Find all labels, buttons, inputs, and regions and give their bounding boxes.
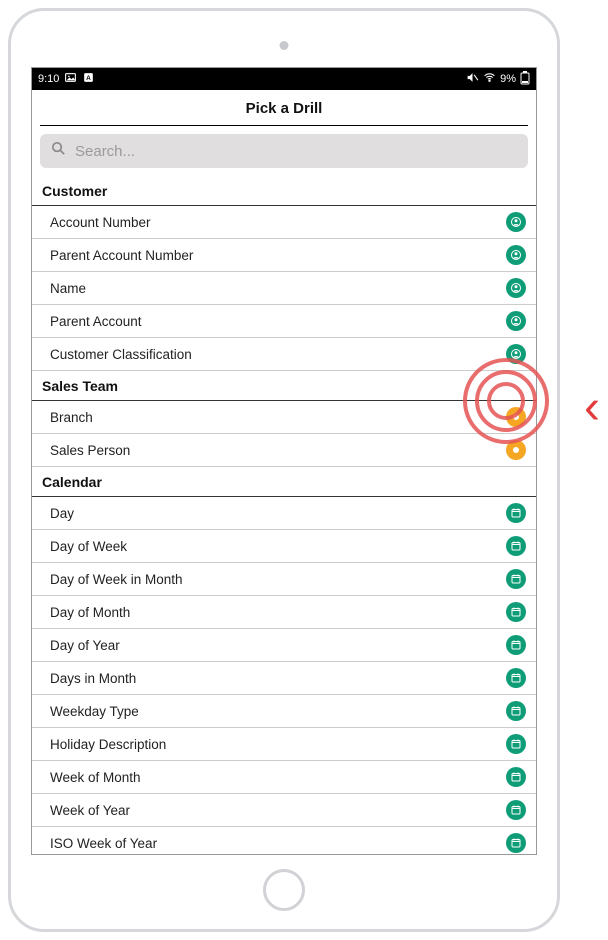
list-item-label: Day of Month <box>50 605 130 620</box>
status-time: 9:10 <box>38 73 59 85</box>
list-item[interactable]: Account Number <box>32 206 536 239</box>
list-item[interactable]: Sales Person <box>32 434 536 467</box>
home-button[interactable] <box>263 869 305 911</box>
list-item[interactable]: Day <box>32 497 536 530</box>
dot-badge-icon <box>506 407 526 427</box>
list-item[interactable]: Week of Month <box>32 761 536 794</box>
list-item-label: Holiday Description <box>50 737 166 752</box>
dot-badge-icon <box>506 440 526 460</box>
calendar-badge-icon <box>506 569 526 589</box>
list-item[interactable]: Branch <box>32 401 536 434</box>
list-item-label: Day of Week in Month <box>50 572 183 587</box>
list-item-label: Parent Account Number <box>50 248 193 263</box>
calendar-badge-icon <box>506 767 526 787</box>
list-item-label: Sales Person <box>50 443 130 458</box>
list-item-label: Branch <box>50 410 93 425</box>
header-divider <box>40 125 528 126</box>
list-item-label: Customer Classification <box>50 347 192 362</box>
drill-list[interactable]: Customer Account Number Parent Account Num… <box>32 176 536 854</box>
list-item[interactable]: Weekday Type <box>32 695 536 728</box>
list-item-label: Week of Month <box>50 770 141 785</box>
camera-dot <box>280 41 289 50</box>
person-badge-icon <box>506 245 526 265</box>
calendar-badge-icon <box>506 701 526 721</box>
list-item-label: Parent Account <box>50 314 142 329</box>
person-badge-icon <box>506 278 526 298</box>
battery-text: 9% <box>500 73 516 85</box>
list-item[interactable]: Day of Week <box>32 530 536 563</box>
list-item[interactable]: Day of Week in Month <box>32 563 536 596</box>
list-item[interactable]: Week of Year <box>32 794 536 827</box>
list-item[interactable]: Customer Classification <box>32 338 536 371</box>
list-item[interactable]: Day of Month <box>32 596 536 629</box>
list-item-label: Days in Month <box>50 671 136 686</box>
search-input[interactable] <box>75 143 518 160</box>
list-item[interactable]: Name <box>32 272 536 305</box>
calendar-badge-icon <box>506 635 526 655</box>
person-badge-icon <box>506 344 526 364</box>
mute-icon <box>466 71 479 87</box>
app-screen: 9:10 A 9% Pick a <box>31 67 537 855</box>
list-item[interactable]: Day of Year <box>32 629 536 662</box>
pointer-chevron-icon: ‹ <box>584 384 600 432</box>
section-header: Customer <box>32 176 536 206</box>
page-title: Pick a Drill <box>32 90 536 125</box>
list-item-label: Name <box>50 281 86 296</box>
app-icon: A <box>82 71 95 87</box>
list-item-label: Weekday Type <box>50 704 139 719</box>
list-item-label: Day of Week <box>50 539 127 554</box>
calendar-badge-icon <box>506 800 526 820</box>
list-item-label: Day <box>50 506 74 521</box>
list-item[interactable]: Holiday Description <box>32 728 536 761</box>
list-item-label: Day of Year <box>50 638 120 653</box>
picture-icon <box>64 71 77 87</box>
list-item[interactable]: Parent Account Number <box>32 239 536 272</box>
calendar-badge-icon <box>506 668 526 688</box>
search-icon <box>50 140 67 162</box>
list-item[interactable]: ISO Week of Year <box>32 827 536 854</box>
calendar-badge-icon <box>506 833 526 853</box>
calendar-badge-icon <box>506 602 526 622</box>
calendar-badge-icon <box>506 734 526 754</box>
battery-icon <box>520 71 530 88</box>
tablet-frame: 9:10 A 9% Pick a <box>8 8 560 932</box>
person-badge-icon <box>506 212 526 232</box>
section-header: Sales Team <box>32 371 536 401</box>
list-item[interactable]: Days in Month <box>32 662 536 695</box>
wifi-icon <box>483 71 496 87</box>
svg-text:A: A <box>87 75 92 82</box>
list-item-label: Week of Year <box>50 803 130 818</box>
list-item-label: Account Number <box>50 215 151 230</box>
section-header: Calendar <box>32 467 536 497</box>
list-item-label: ISO Week of Year <box>50 836 157 851</box>
person-badge-icon <box>506 311 526 331</box>
calendar-badge-icon <box>506 503 526 523</box>
list-item[interactable]: Parent Account <box>32 305 536 338</box>
calendar-badge-icon <box>506 536 526 556</box>
status-bar: 9:10 A 9% <box>32 68 536 90</box>
search-box[interactable] <box>40 134 528 168</box>
